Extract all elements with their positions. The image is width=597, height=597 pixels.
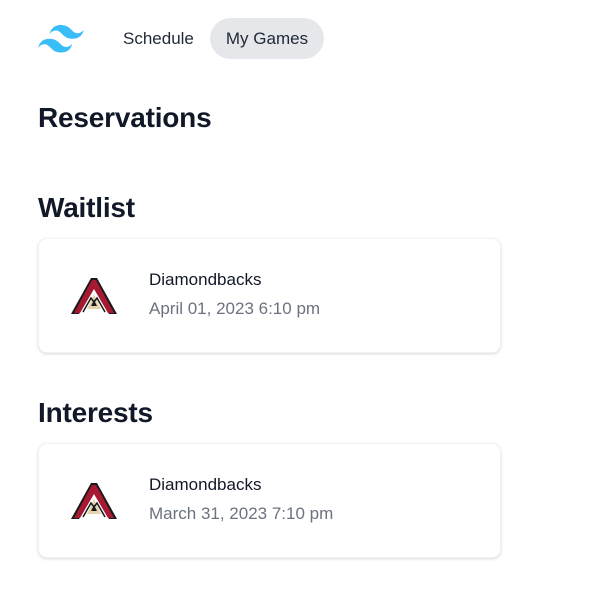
nav-schedule-link[interactable]: Schedule (107, 18, 210, 59)
tailwind-logo-icon[interactable] (38, 24, 84, 53)
interests-heading: Interests (38, 397, 153, 428)
diamondbacks-logo-icon (71, 483, 117, 519)
top-nav: Schedule My Games (38, 18, 325, 59)
diamondbacks-logo-icon (71, 278, 117, 314)
interests-game-card[interactable]: Diamondbacks March 31, 2023 7:10 pm (38, 443, 501, 558)
game-datetime: April 01, 2023 6:10 pm (149, 299, 321, 318)
waitlist-game-card[interactable]: Diamondbacks April 01, 2023 6:10 pm (38, 238, 501, 353)
waitlist-heading: Waitlist (38, 192, 135, 223)
reservations-heading: Reservations (38, 102, 212, 133)
game-datetime: March 31, 2023 7:10 pm (149, 504, 334, 523)
team-name: Diamondbacks (149, 475, 262, 494)
team-name: Diamondbacks (149, 270, 262, 289)
nav-my-games-link[interactable]: My Games (209, 18, 325, 59)
